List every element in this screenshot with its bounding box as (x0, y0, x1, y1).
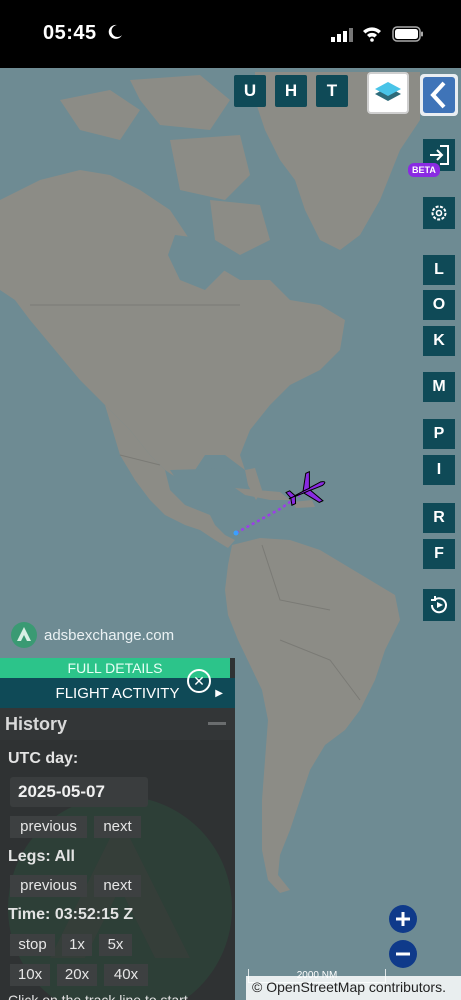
collapse-history-icon[interactable] (208, 722, 226, 725)
layers-icon (375, 82, 401, 101)
close-icon[interactable]: ✕ (187, 669, 211, 693)
caret-right-icon: ▶ (215, 687, 223, 699)
toggle-u-button[interactable]: U (234, 75, 266, 107)
collapse-button[interactable] (420, 74, 458, 116)
day-previous-button[interactable]: previous (10, 816, 87, 838)
signal-icon (331, 28, 353, 47)
adsbx-logo-icon (11, 622, 37, 648)
aircraft-icon[interactable] (283, 470, 333, 510)
speed-5x-button[interactable]: 5x (99, 934, 132, 956)
replay-button[interactable] (423, 589, 455, 621)
speed-10x-button[interactable]: 10x (10, 964, 50, 986)
stop-button[interactable]: stop (10, 934, 55, 956)
toggle-f-button[interactable]: F (423, 539, 455, 569)
flight-activity-label: FLIGHT ACTIVITY (55, 684, 180, 702)
toggle-k-button[interactable]: K (423, 326, 455, 356)
history-title[interactable]: History (0, 708, 235, 740)
speed-20x-button[interactable]: 20x (57, 964, 97, 986)
legs-label: Legs: All (8, 848, 75, 865)
battery-icon (392, 26, 424, 47)
moon-icon (107, 24, 123, 45)
leg-previous-button[interactable]: previous (10, 875, 87, 897)
plus-icon (396, 912, 410, 926)
toggle-r-button[interactable]: R (423, 503, 455, 533)
toggle-l-button[interactable]: L (423, 255, 455, 285)
minus-icon (396, 952, 410, 956)
toggle-m-button[interactable]: M (423, 372, 455, 402)
day-next-button[interactable]: next (94, 816, 141, 838)
settings-button[interactable] (423, 197, 455, 229)
utc-day-label: UTC day: (8, 750, 79, 767)
map-attribution[interactable]: © OpenStreetMap contributors. (246, 976, 461, 1000)
beta-badge: BETA (408, 163, 440, 177)
toggle-i-button[interactable]: I (423, 455, 455, 485)
layers-button[interactable] (367, 72, 409, 114)
date-input[interactable]: 2025-05-07 (10, 777, 148, 807)
wifi-icon (362, 26, 382, 47)
gear-icon (431, 205, 447, 221)
toggle-t-button[interactable]: T (316, 75, 348, 107)
toggle-p-button[interactable]: P (423, 419, 455, 449)
chevron-left-icon (430, 81, 446, 109)
status-bar: 05:45 (0, 0, 461, 68)
zoom-out-button[interactable] (389, 940, 417, 968)
time-label: Time: 03:52:15 Z (8, 906, 134, 923)
replay-icon (430, 596, 447, 614)
zoom-in-button[interactable] (389, 905, 417, 933)
brand-logo: adsbexchange.com (10, 621, 174, 649)
speed-40x-button[interactable]: 40x (104, 964, 148, 986)
status-time: 05:45 (43, 22, 97, 44)
leg-next-button[interactable]: next (94, 875, 141, 897)
toggle-h-button[interactable]: H (275, 75, 307, 107)
toggle-o-button[interactable]: O (423, 290, 455, 320)
brand-text: adsbexchange.com (44, 626, 175, 644)
speed-1x-button[interactable]: 1x (62, 934, 92, 956)
track-hint-text: Click on the track line to start (8, 992, 188, 1000)
